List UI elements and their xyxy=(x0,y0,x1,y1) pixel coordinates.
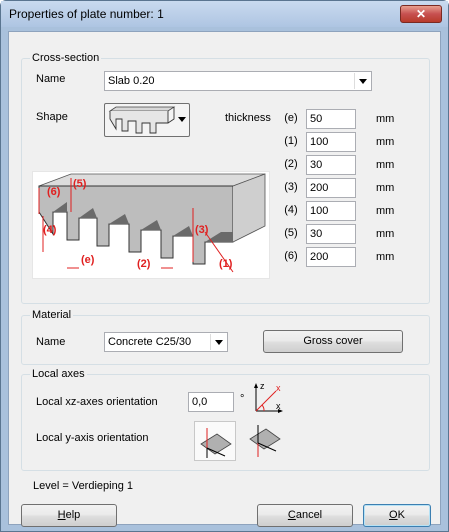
degree-symbol: ° xyxy=(240,393,245,405)
ribbed-slab-shape-icon xyxy=(108,106,176,134)
window-title: Properties of plate number: 1 xyxy=(9,7,164,21)
section-name-label: Name xyxy=(36,73,66,85)
dialog-client-area: Cross-section Name Slab 0.20 Shape thick… xyxy=(8,31,441,527)
param-2-input[interactable]: 30 xyxy=(306,155,356,175)
xz-axis-x-prime-letter: x xyxy=(276,383,281,393)
local-axes-group: Local axes Local xz-axes orientation 0,0… xyxy=(21,368,430,471)
ribbed-slab-diagram-graphic xyxy=(38,173,266,273)
diagram-label-3: (3) xyxy=(195,224,209,236)
cross-section-group: Cross-section Name Slab 0.20 Shape thick… xyxy=(21,52,430,304)
y-axis-up-option[interactable] xyxy=(194,421,236,461)
param-e-unit: mm xyxy=(376,113,395,125)
chevron-down-icon[interactable] xyxy=(210,334,226,350)
cancel-button[interactable]: Cancel xyxy=(257,504,353,527)
ok-label: K xyxy=(397,509,405,521)
material-value: Concrete C25/30 xyxy=(108,336,192,348)
xz-axes-icon: z x x xyxy=(250,381,284,415)
param-6-value: 200 xyxy=(310,251,329,263)
param-6-input[interactable]: 200 xyxy=(306,247,356,267)
diagram-label-6: (6) xyxy=(47,186,61,198)
y-axis-up-icon xyxy=(200,428,232,458)
y-axis-down-option[interactable] xyxy=(244,421,286,461)
close-icon: ✕ xyxy=(415,7,427,21)
param-label-4: (4) xyxy=(284,204,298,216)
y-axis-down-icon xyxy=(249,425,281,457)
shape-label: Shape xyxy=(36,111,68,123)
param-label-2: (2) xyxy=(284,158,298,170)
material-combobox[interactable]: Concrete C25/30 xyxy=(104,332,228,352)
gross-cover-button[interactable]: Gross cover xyxy=(263,330,403,353)
xz-axis-x-letter: x xyxy=(276,401,281,411)
xz-orientation-input[interactable]: 0,0 xyxy=(188,392,234,412)
param-3-unit: mm xyxy=(376,182,395,194)
help-mnemonic: H xyxy=(57,509,66,521)
diagram-label-e: (e) xyxy=(81,254,95,266)
diagram-label-1: (1) xyxy=(219,258,233,270)
material-group: Material Name Concrete C25/30 Gross cove… xyxy=(21,309,430,365)
param-1-value: 100 xyxy=(310,136,329,148)
xz-orientation-label: Local xz-axes orientation xyxy=(36,396,158,408)
dialog-window: Properties of plate number: 1 ✕ Cross-se… xyxy=(0,0,449,532)
section-name-combobox[interactable]: Slab 0.20 xyxy=(104,71,372,91)
section-name-value: Slab 0.20 xyxy=(108,75,155,87)
param-label-6: (6) xyxy=(284,250,298,262)
param-1-unit: mm xyxy=(376,136,395,148)
param-4-input[interactable]: 100 xyxy=(306,201,356,221)
close-button[interactable]: ✕ xyxy=(400,5,442,23)
material-name-label: Name xyxy=(36,336,66,348)
help-button[interactable]: Help xyxy=(21,504,117,527)
param-5-unit: mm xyxy=(376,228,395,240)
cancel-label: ancel xyxy=(295,509,323,521)
shape-dropdown-icon xyxy=(178,117,186,122)
param-5-value: 30 xyxy=(310,228,323,240)
cross-section-legend: Cross-section xyxy=(30,52,102,64)
ok-button[interactable]: OK xyxy=(363,504,431,527)
help-label: elp xyxy=(65,509,81,521)
shape-selector-button[interactable] xyxy=(104,103,190,137)
param-2-unit: mm xyxy=(376,159,395,171)
param-1-input[interactable]: 100 xyxy=(306,132,356,152)
chevron-down-icon[interactable] xyxy=(354,73,370,89)
param-label-e: (e) xyxy=(284,112,298,124)
cancel-mnemonic: C xyxy=(287,509,296,521)
param-3-input[interactable]: 200 xyxy=(306,178,356,198)
param-5-input[interactable]: 30 xyxy=(306,224,356,244)
param-label-3: (3) xyxy=(284,181,298,193)
xz-orientation-value: 0,0 xyxy=(192,396,208,408)
param-3-value: 200 xyxy=(310,182,329,194)
param-2-value: 30 xyxy=(310,159,323,171)
param-label-1: (1) xyxy=(284,135,298,147)
param-label-5: (5) xyxy=(284,227,298,239)
level-info: Level = Verdieping 1 xyxy=(33,480,133,492)
param-e-value: 50 xyxy=(310,113,323,125)
diagram-label-5: (5) xyxy=(73,178,87,190)
cross-section-diagram: (6) (5) (4) (e) (2) (3) (1) xyxy=(32,171,270,279)
param-4-value: 100 xyxy=(310,205,329,217)
y-orientation-label: Local y-axis orientation xyxy=(36,432,149,444)
param-4-unit: mm xyxy=(376,205,395,217)
xz-axis-z-letter: z xyxy=(260,381,265,391)
material-legend: Material xyxy=(30,309,74,321)
local-axes-legend: Local axes xyxy=(30,368,87,380)
diagram-label-4: (4) xyxy=(43,224,57,236)
param-6-unit: mm xyxy=(376,251,395,263)
gross-cover-label: Gross cover xyxy=(303,335,363,347)
thickness-label: thickness xyxy=(225,112,271,124)
ok-mnemonic: O xyxy=(389,509,398,521)
title-bar[interactable]: Properties of plate number: 1 ✕ xyxy=(1,1,448,27)
diagram-label-2: (2) xyxy=(137,258,151,270)
param-e-input[interactable]: 50 xyxy=(306,109,356,129)
